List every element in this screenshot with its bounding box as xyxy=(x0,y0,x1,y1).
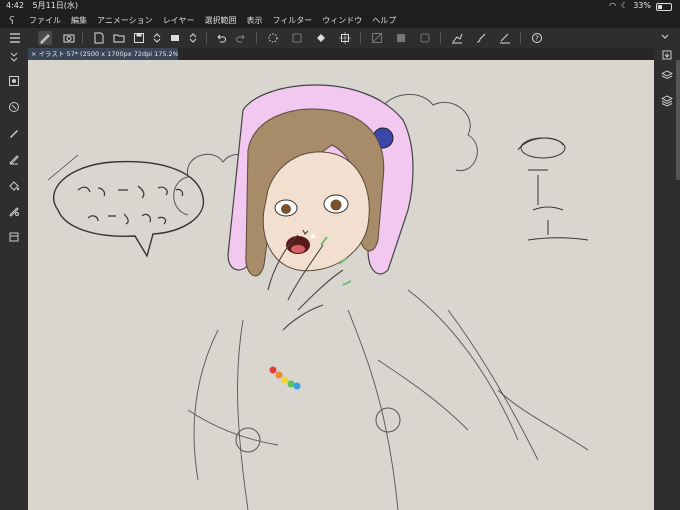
wifi-icon: ◠ xyxy=(609,1,617,10)
illustration-sketch xyxy=(47,84,589,510)
pen-icon[interactable] xyxy=(38,31,52,45)
collapse-left-icon[interactable] xyxy=(7,50,21,64)
export-icon[interactable] xyxy=(660,48,674,62)
toolbar-separator xyxy=(206,32,207,44)
battery-icon xyxy=(656,3,672,11)
toolbar-separator xyxy=(256,32,257,44)
menu-bar: ʕ ファイル 編集 アニメーション レイヤー 選択範囲 表示 フィルター ウィン… xyxy=(0,12,680,28)
chart-icon[interactable] xyxy=(450,31,464,45)
collapse-right-icon[interactable] xyxy=(658,31,672,45)
layer-panel-icon[interactable] xyxy=(7,230,21,244)
menu-window[interactable]: ウィンドウ xyxy=(317,15,367,26)
moon-icon: ☾ xyxy=(621,1,629,10)
toolbar-separator xyxy=(82,32,83,44)
rainbow-bracelet xyxy=(269,366,301,390)
menu-file[interactable]: ファイル xyxy=(24,15,66,26)
drawing-canvas[interactable] xyxy=(28,60,654,510)
menu-animation[interactable]: アニメーション xyxy=(92,15,158,26)
pen-tool-icon[interactable] xyxy=(7,126,21,140)
pencil-tool-icon[interactable] xyxy=(7,152,21,166)
layers-icon[interactable] xyxy=(660,68,674,82)
status-date: 5月11日(水) xyxy=(32,1,79,10)
menu-edit[interactable]: 編集 xyxy=(66,15,92,26)
save-icon[interactable] xyxy=(132,31,146,45)
chevron-updown-icon-2[interactable] xyxy=(186,31,200,45)
chevron-updown-icon[interactable] xyxy=(150,31,164,45)
menu-layer[interactable]: レイヤー xyxy=(158,15,200,26)
toolbar-separator xyxy=(520,32,521,44)
materials-icon[interactable] xyxy=(660,94,674,108)
status-left: 4:42 5月11日(水) xyxy=(6,0,78,12)
battery-percent: 33% xyxy=(633,1,651,10)
status-bar: 4:42 5月11日(水) ◠ ☾ 33% xyxy=(0,0,680,12)
menu-icon[interactable] xyxy=(8,31,22,45)
toolbar-separator xyxy=(440,32,441,44)
open-folder-icon[interactable] xyxy=(112,31,126,45)
fill-tool-icon[interactable] xyxy=(7,178,21,192)
stamp-icon[interactable] xyxy=(62,31,76,45)
speech-bubble xyxy=(52,160,205,258)
crop-icon[interactable] xyxy=(168,31,182,45)
transform-icon[interactable] xyxy=(338,31,352,45)
fill-icon[interactable] xyxy=(314,31,328,45)
canvas-scrollbar[interactable] xyxy=(676,60,680,180)
left-toolbar xyxy=(0,48,28,510)
toolbar-separator xyxy=(360,32,361,44)
brush-settings-icon[interactable] xyxy=(7,74,21,88)
command-bar: ? xyxy=(0,28,680,49)
help-icon[interactable]: ? xyxy=(530,31,544,45)
menu-selection[interactable]: 選択範囲 xyxy=(199,15,241,26)
redo-icon[interactable] xyxy=(234,31,248,45)
clear-icon[interactable] xyxy=(290,31,304,45)
status-time: 4:42 xyxy=(6,1,24,10)
pattern-icon[interactable] xyxy=(7,204,21,218)
lasso-icon[interactable] xyxy=(418,31,432,45)
canvas-tab[interactable]: × イラスト 57* (2500 x 1700px 72dpi 175.2%) xyxy=(28,48,178,60)
ruler-icon[interactable] xyxy=(370,31,384,45)
new-file-icon[interactable] xyxy=(92,31,106,45)
brush-icon[interactable] xyxy=(474,31,488,45)
spinner-icon[interactable] xyxy=(266,31,280,45)
status-right: ◠ ☾ 33% xyxy=(609,0,672,12)
menu-filter[interactable]: フィルター xyxy=(267,15,317,26)
menu-help[interactable]: ヘルプ xyxy=(367,15,401,26)
app-logo-icon[interactable]: ʕ xyxy=(0,14,24,27)
mask-icon[interactable] xyxy=(394,31,408,45)
graph-icon[interactable] xyxy=(498,31,512,45)
menu-view[interactable]: 表示 xyxy=(241,15,267,26)
reset-icon[interactable] xyxy=(7,100,21,114)
undo-icon[interactable] xyxy=(214,31,228,45)
canvas-tab-row: × イラスト 57* (2500 x 1700px 72dpi 175.2%) xyxy=(28,48,654,60)
svg-text:?: ? xyxy=(535,35,539,43)
